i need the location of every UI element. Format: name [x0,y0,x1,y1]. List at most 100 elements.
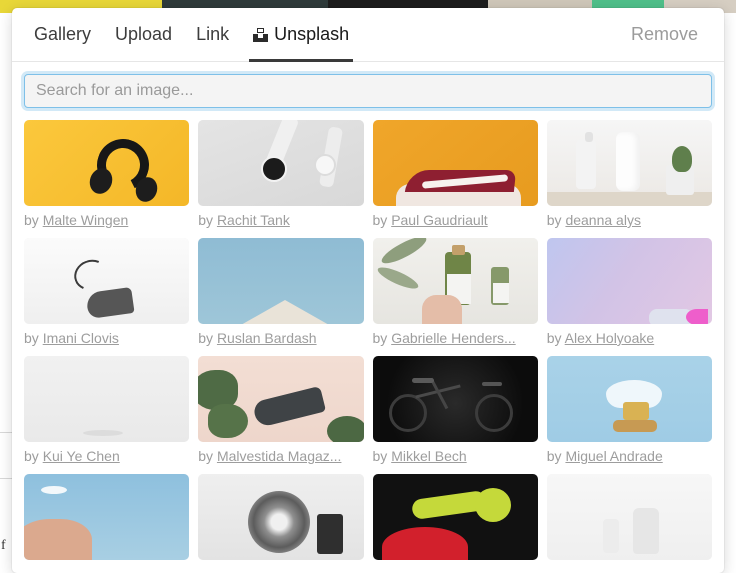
decorative-shape [378,238,430,269]
thumbnail-art [546,120,712,206]
decorative-shape [422,294,463,324]
image-thumbnail[interactable] [24,238,190,324]
credit-prefix: by [24,212,39,228]
tab-gallery[interactable]: Gallery [22,8,103,62]
search-input[interactable] [24,74,712,108]
decorative-shape [375,263,421,293]
modal-tabbar: Gallery Upload Link Unsplash Remove [12,8,724,62]
decorative-shape [69,255,112,296]
image-thumbnail[interactable] [24,474,190,560]
decorative-shape [83,429,124,436]
image-author-link[interactable]: deanna alys [565,212,641,228]
image-credit: by Mikkel Bech [373,447,538,465]
tab-unsplash[interactable]: Unsplash [241,8,361,62]
decorative-shape [622,402,649,421]
image-thumbnail[interactable] [372,238,538,324]
credit-prefix: by [198,212,214,228]
tab-upload-label: Upload [115,24,173,44]
thumbnail-art [24,120,190,206]
decorative-shape [474,393,513,432]
image-result-card[interactable]: by Rachit Tank [198,120,364,229]
image-result-card[interactable] [198,474,364,560]
image-author-link[interactable]: Malte Wingen [43,212,129,228]
thumbnail-art [372,474,538,560]
decorative-shape [327,416,364,442]
decorative-shape [85,286,135,319]
decorative-shape [451,244,465,255]
credit-prefix: by [372,212,388,228]
image-credit: by Paul Gaudriault [373,211,538,229]
decorative-shape [474,487,511,522]
image-thumbnail[interactable] [546,120,712,206]
thumbnail-art [546,474,712,560]
image-credit: by Imani Clovis [24,329,189,347]
tab-link[interactable]: Link [184,8,241,62]
thumbnail-art [198,120,364,206]
decorative-shape [317,513,344,554]
image-result-card[interactable] [24,474,190,560]
image-result-card[interactable]: by Malvestida Magaz... [198,356,364,465]
credit-prefix: by [546,212,562,228]
thumbnail-art [372,356,538,442]
image-author-link[interactable]: Malvestida Magaz... [217,448,342,464]
image-credit: by Miguel Andrade [547,447,712,465]
image-author-link[interactable]: Miguel Andrade [565,448,662,464]
image-result-card[interactable]: by Malte Wingen [24,120,190,229]
image-credit: by Malvestida Magaz... [198,447,363,465]
image-author-link[interactable]: Ruslan Bardash [217,330,317,346]
remove-button[interactable]: Remove [621,24,708,45]
decorative-shape [632,508,659,555]
decorative-shape [382,527,469,560]
tab-upload[interactable]: Upload [103,8,184,62]
decorative-shape [493,282,510,303]
image-author-link[interactable]: Kui Ye Chen [43,448,120,464]
image-result-card[interactable]: by Paul Gaudriault [372,120,538,229]
thumbnail-art [24,474,190,560]
image-thumbnail[interactable] [372,120,538,206]
image-result-card[interactable]: by Gabrielle Henders... [372,238,538,347]
image-result-card[interactable] [372,474,538,560]
thumbnail-art [372,120,538,206]
image-result-card[interactable]: by Kui Ye Chen [24,356,190,465]
image-result-card[interactable]: by Ruslan Bardash [198,238,364,347]
image-result-card[interactable]: by deanna alys [546,120,712,229]
image-thumbnail[interactable] [372,356,538,442]
credit-prefix: by [24,448,39,464]
image-author-link[interactable]: Alex Holyoake [565,330,655,346]
image-author-link[interactable]: Mikkel Bech [391,448,466,464]
image-thumbnail[interactable] [372,474,538,560]
thumbnail-art [372,238,538,324]
image-result-card[interactable]: by Imani Clovis [24,238,190,347]
thumbnail-art [198,474,364,560]
image-credit: by deanna alys [547,211,712,229]
decorative-shape [252,385,327,428]
image-thumbnail[interactable] [198,474,364,560]
image-thumbnail[interactable] [546,474,712,560]
image-result-card[interactable]: by Alex Holyoake [546,238,712,347]
image-thumbnail[interactable] [198,238,364,324]
image-author-link[interactable]: Imani Clovis [43,330,119,346]
decorative-shape [576,138,597,189]
image-thumbnail[interactable] [24,356,190,442]
credit-prefix: by [372,448,388,464]
image-result-card[interactable] [546,474,712,560]
decorative-shape [481,381,502,386]
credit-prefix: by [546,448,562,464]
image-thumbnail[interactable] [198,356,364,442]
image-thumbnail[interactable] [546,356,712,442]
image-author-link[interactable]: Rachit Tank [217,212,290,228]
image-thumbnail[interactable] [24,120,190,206]
image-result-card[interactable]: by Mikkel Bech [372,356,538,465]
image-picker-modal: Gallery Upload Link Unsplash Remove by M… [12,8,724,573]
image-thumbnail[interactable] [546,238,712,324]
image-author-link[interactable]: Gabrielle Henders... [391,330,516,346]
image-result-card[interactable]: by Miguel Andrade [546,356,712,465]
image-credit: by Gabrielle Henders... [373,329,538,347]
tab-gallery-label: Gallery [34,24,92,44]
image-author-link[interactable]: Paul Gaudriault [391,212,488,228]
image-thumbnail[interactable] [198,120,364,206]
image-credit: by Malte Wingen [24,211,189,229]
credit-prefix: by [546,330,562,346]
background-divider-1 [0,432,12,433]
decorative-shape [389,393,428,432]
